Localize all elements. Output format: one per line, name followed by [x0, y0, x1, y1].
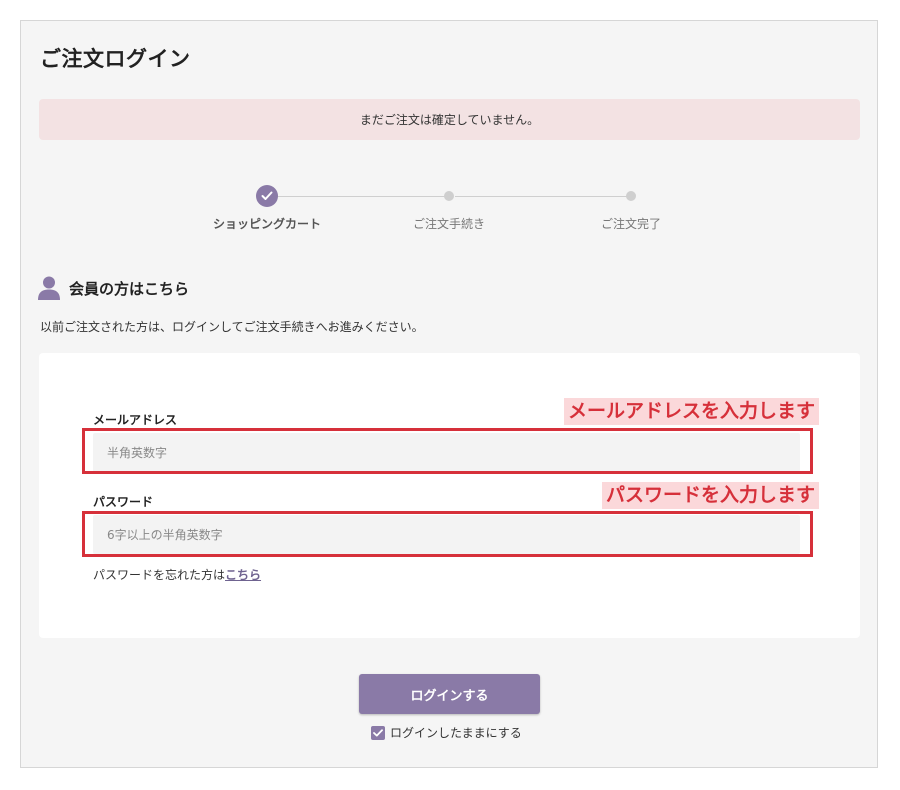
login-form-card: メールアドレス メールアドレスを入力します パスワード パスワードを入力します …	[39, 353, 860, 638]
remember-checkbox[interactable]	[371, 725, 385, 740]
step-2-dot-icon	[444, 191, 454, 201]
email-label: メールアドレス	[93, 413, 178, 427]
forgot-password-link[interactable]: こちら	[225, 568, 261, 582]
order-not-confirmed-alert: まだご注文は確定していません。	[39, 99, 860, 140]
stepper-line-2	[455, 196, 627, 197]
email-input[interactable]	[93, 433, 800, 472]
password-label: パスワード	[93, 495, 154, 509]
login-panel: ご注文ログイン まだご注文は確定していません。 ショッピングカート ご注文手続き…	[20, 20, 878, 768]
email-annotation: メールアドレスを入力します	[563, 398, 819, 425]
password-annotation: パスワードを入力します	[601, 482, 819, 509]
remember-me[interactable]: ログインしたままにする	[371, 724, 522, 741]
member-intro-text: 以前ご注文された方は、ログインしてご注文手続きへお進みください。	[40, 320, 424, 334]
alert-text: まだご注文は確定していません。	[359, 113, 540, 127]
user-icon	[38, 276, 60, 300]
page-title: ご注文ログイン	[40, 47, 191, 71]
step-1-check-icon	[256, 185, 278, 207]
login-button[interactable]: ログインする	[359, 674, 540, 714]
step-1-label: ショッピングカート	[212, 217, 322, 231]
forgot-password: パスワードを忘れた方はこちら	[93, 566, 261, 583]
checkmark-icon	[373, 728, 383, 736]
stepper-line-1	[277, 196, 449, 197]
step-3-dot-icon	[626, 191, 636, 201]
step-3-label: ご注文完了	[600, 217, 662, 231]
step-2-label: ご注文手続き	[412, 217, 486, 231]
password-input[interactable]	[93, 515, 800, 554]
forgot-password-text: パスワードを忘れた方は	[93, 568, 226, 582]
member-heading-title: 会員の方はこちら	[69, 279, 190, 298]
member-heading: 会員の方はこちら	[38, 276, 189, 300]
remember-label: ログインしたままにする	[390, 726, 522, 740]
